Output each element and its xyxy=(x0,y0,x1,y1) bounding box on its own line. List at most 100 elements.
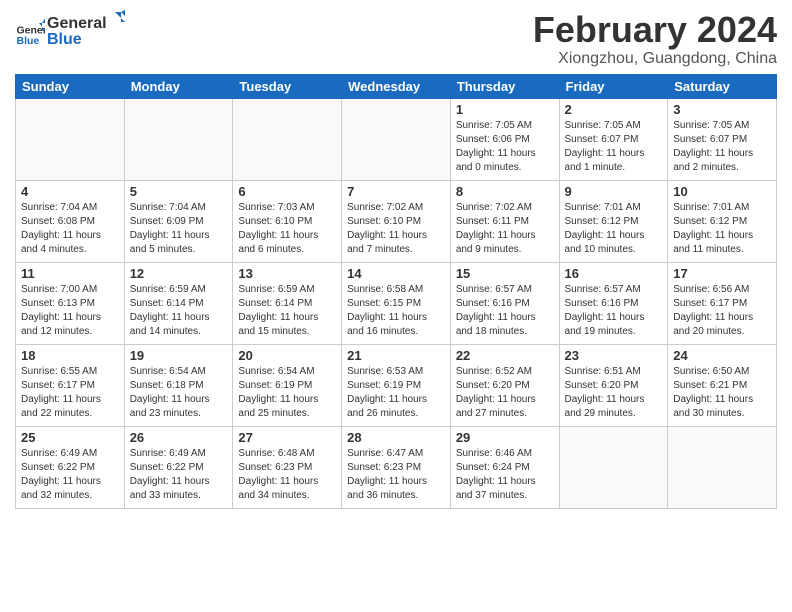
day-number: 3 xyxy=(673,102,771,117)
calendar-cell: 19 Sunrise: 6:54 AM Sunset: 6:18 PM Dayli… xyxy=(124,344,233,426)
calendar-cell: 20 Sunrise: 6:54 AM Sunset: 6:19 PM Dayli… xyxy=(233,344,342,426)
calendar-header-friday: Friday xyxy=(559,74,668,98)
calendar-cell: 21Sunrise: 6:53 AM Sunset: 6:19 PM Dayli… xyxy=(342,344,451,426)
calendar-cell: 7 Sunrise: 7:02 AM Sunset: 6:10 PM Daylig… xyxy=(342,180,451,262)
logo: General Blue General Blue xyxy=(15,10,127,53)
svg-text:Blue: Blue xyxy=(17,35,40,47)
calendar-cell: 13 Sunrise: 6:59 AM Sunset: 6:14 PM Dayli… xyxy=(233,262,342,344)
calendar-cell: 23 Sunrise: 6:51 AM Sunset: 6:20 PM Dayli… xyxy=(559,344,668,426)
day-number: 25 xyxy=(21,430,119,445)
calendar-cell xyxy=(668,426,777,508)
calendar-cell: 10 Sunrise: 7:01 AM Sunset: 6:12 PM Dayli… xyxy=(668,180,777,262)
calendar-cell: 8Sunrise: 7:02 AM Sunset: 6:11 PM Daylig… xyxy=(450,180,559,262)
day-info: Sunrise: 7:02 AM Sunset: 6:10 PM Dayligh… xyxy=(347,201,445,257)
day-number: 7 xyxy=(347,184,445,199)
calendar-header-saturday: Saturday xyxy=(668,74,777,98)
day-info: Sunrise: 6:51 AM Sunset: 6:20 PM Dayligh… xyxy=(565,365,663,421)
calendar-header-row: SundayMondayTuesdayWednesdayThursdayFrid… xyxy=(16,74,777,98)
calendar-cell xyxy=(559,426,668,508)
calendar-cell: 15 Sunrise: 6:57 AM Sunset: 6:16 PM Dayli… xyxy=(450,262,559,344)
calendar-cell: 1 Sunrise: 7:05 AM Sunset: 6:06 PM Daylig… xyxy=(450,98,559,180)
day-info: Sunrise: 6:50 AM Sunset: 6:21 PM Dayligh… xyxy=(673,365,771,421)
day-info: Sunrise: 6:54 AM Sunset: 6:18 PM Dayligh… xyxy=(130,365,228,421)
day-info: Sunrise: 6:53 AM Sunset: 6:19 PM Dayligh… xyxy=(347,365,445,421)
calendar-header-thursday: Thursday xyxy=(450,74,559,98)
day-number: 11 xyxy=(21,266,119,281)
day-info: Sunrise: 7:00 AM Sunset: 6:13 PM Dayligh… xyxy=(21,283,119,339)
header: General Blue General Blue February 2024 … xyxy=(15,10,777,68)
calendar-cell: 18 Sunrise: 6:55 AM Sunset: 6:17 PM Dayli… xyxy=(16,344,125,426)
day-number: 4 xyxy=(21,184,119,199)
calendar-cell: 2 Sunrise: 7:05 AM Sunset: 6:07 PM Daylig… xyxy=(559,98,668,180)
day-number: 19 xyxy=(130,348,228,363)
day-number: 5 xyxy=(130,184,228,199)
day-number: 23 xyxy=(565,348,663,363)
day-number: 16 xyxy=(565,266,663,281)
day-number: 20 xyxy=(238,348,336,363)
calendar-cell: 14Sunrise: 6:58 AM Sunset: 6:15 PM Dayli… xyxy=(342,262,451,344)
calendar-cell xyxy=(16,98,125,180)
day-info: Sunrise: 6:52 AM Sunset: 6:20 PM Dayligh… xyxy=(456,365,554,421)
calendar-cell: 4 Sunrise: 7:04 AM Sunset: 6:08 PM Daylig… xyxy=(16,180,125,262)
day-info: Sunrise: 6:55 AM Sunset: 6:17 PM Dayligh… xyxy=(21,365,119,421)
week-row-5: 25 Sunrise: 6:49 AM Sunset: 6:22 PM Dayli… xyxy=(16,426,777,508)
logo-icon: General Blue xyxy=(15,17,45,47)
main-title: February 2024 xyxy=(533,10,777,50)
day-number: 28 xyxy=(347,430,445,445)
day-info: Sunrise: 7:05 AM Sunset: 6:07 PM Dayligh… xyxy=(673,119,771,175)
day-info: Sunrise: 6:58 AM Sunset: 6:15 PM Dayligh… xyxy=(347,283,445,339)
day-info: Sunrise: 6:59 AM Sunset: 6:14 PM Dayligh… xyxy=(238,283,336,339)
day-number: 2 xyxy=(565,102,663,117)
day-info: Sunrise: 6:46 AM Sunset: 6:24 PM Dayligh… xyxy=(456,447,554,503)
calendar-cell: 26Sunrise: 6:49 AM Sunset: 6:22 PM Dayli… xyxy=(124,426,233,508)
day-info: Sunrise: 6:48 AM Sunset: 6:23 PM Dayligh… xyxy=(238,447,336,503)
logo-svg: General Blue xyxy=(47,10,127,48)
day-info: Sunrise: 7:03 AM Sunset: 6:10 PM Dayligh… xyxy=(238,201,336,257)
calendar-cell: 28 Sunrise: 6:47 AM Sunset: 6:23 PM Dayli… xyxy=(342,426,451,508)
day-number: 17 xyxy=(673,266,771,281)
day-number: 1 xyxy=(456,102,554,117)
day-info: Sunrise: 6:56 AM Sunset: 6:17 PM Dayligh… xyxy=(673,283,771,339)
calendar-cell: 24 Sunrise: 6:50 AM Sunset: 6:21 PM Dayli… xyxy=(668,344,777,426)
day-info: Sunrise: 7:01 AM Sunset: 6:12 PM Dayligh… xyxy=(673,201,771,257)
day-info: Sunrise: 6:54 AM Sunset: 6:19 PM Dayligh… xyxy=(238,365,336,421)
week-row-3: 11 Sunrise: 7:00 AM Sunset: 6:13 PM Dayli… xyxy=(16,262,777,344)
calendar-cell: 5 Sunrise: 7:04 AM Sunset: 6:09 PM Daylig… xyxy=(124,180,233,262)
svg-text:General: General xyxy=(47,15,107,32)
day-info: Sunrise: 6:57 AM Sunset: 6:16 PM Dayligh… xyxy=(456,283,554,339)
day-info: Sunrise: 6:49 AM Sunset: 6:22 PM Dayligh… xyxy=(130,447,228,503)
svg-text:Blue: Blue xyxy=(47,31,82,48)
calendar-cell: 27 Sunrise: 6:48 AM Sunset: 6:23 PM Dayli… xyxy=(233,426,342,508)
day-number: 13 xyxy=(238,266,336,281)
calendar-header-monday: Monday xyxy=(124,74,233,98)
day-info: Sunrise: 7:05 AM Sunset: 6:07 PM Dayligh… xyxy=(565,119,663,175)
calendar-cell: 11 Sunrise: 7:00 AM Sunset: 6:13 PM Dayli… xyxy=(16,262,125,344)
day-info: Sunrise: 7:04 AM Sunset: 6:09 PM Dayligh… xyxy=(130,201,228,257)
day-info: Sunrise: 6:57 AM Sunset: 6:16 PM Dayligh… xyxy=(565,283,663,339)
subtitle: Xiongzhou, Guangdong, China xyxy=(533,50,777,68)
day-info: Sunrise: 7:05 AM Sunset: 6:06 PM Dayligh… xyxy=(456,119,554,175)
day-info: Sunrise: 7:04 AM Sunset: 6:08 PM Dayligh… xyxy=(21,201,119,257)
calendar-cell: 25Sunrise: 6:49 AM Sunset: 6:22 PM Dayli… xyxy=(16,426,125,508)
calendar-cell: 16 Sunrise: 6:57 AM Sunset: 6:16 PM Dayli… xyxy=(559,262,668,344)
calendar-cell: 6 Sunrise: 7:03 AM Sunset: 6:10 PM Daylig… xyxy=(233,180,342,262)
week-row-4: 18 Sunrise: 6:55 AM Sunset: 6:17 PM Dayli… xyxy=(16,344,777,426)
day-number: 29 xyxy=(456,430,554,445)
calendar-cell: 9Sunrise: 7:01 AM Sunset: 6:12 PM Daylig… xyxy=(559,180,668,262)
day-number: 27 xyxy=(238,430,336,445)
day-number: 18 xyxy=(21,348,119,363)
calendar-header-wednesday: Wednesday xyxy=(342,74,451,98)
calendar-header-sunday: Sunday xyxy=(16,74,125,98)
page: General Blue General Blue February 2024 … xyxy=(0,0,792,519)
calendar-cell: 3 Sunrise: 7:05 AM Sunset: 6:07 PM Daylig… xyxy=(668,98,777,180)
day-number: 6 xyxy=(238,184,336,199)
calendar-header-tuesday: Tuesday xyxy=(233,74,342,98)
day-number: 24 xyxy=(673,348,771,363)
calendar-cell xyxy=(233,98,342,180)
day-info: Sunrise: 6:47 AM Sunset: 6:23 PM Dayligh… xyxy=(347,447,445,503)
day-number: 15 xyxy=(456,266,554,281)
day-number: 10 xyxy=(673,184,771,199)
day-number: 8 xyxy=(456,184,554,199)
calendar-cell xyxy=(342,98,451,180)
calendar-cell: 17 Sunrise: 6:56 AM Sunset: 6:17 PM Dayli… xyxy=(668,262,777,344)
